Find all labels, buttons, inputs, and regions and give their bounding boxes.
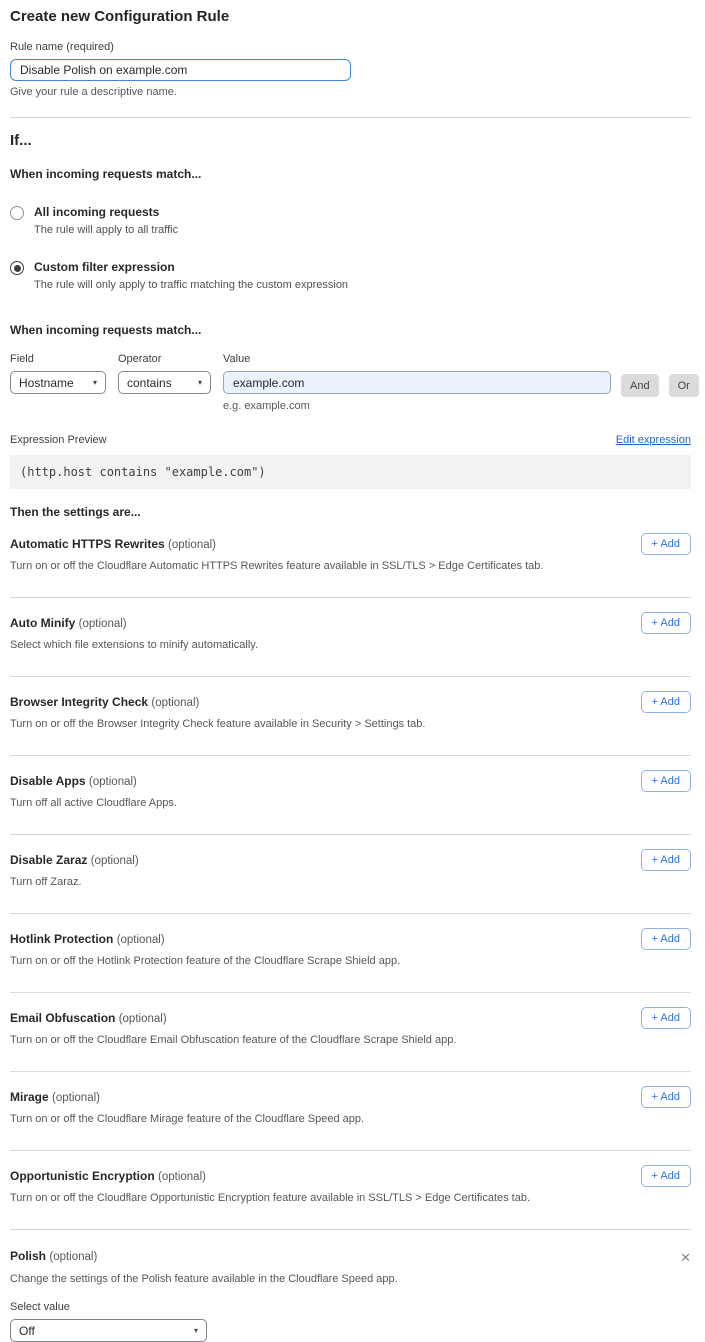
field-select[interactable]: Hostname ▾ — [10, 371, 106, 394]
rule-name-helper: Give your rule a descriptive name. — [10, 86, 691, 98]
value-column: Value e.g. example.com — [223, 353, 611, 412]
polish-select-value: Off — [19, 1324, 35, 1338]
expression-preview-header: Expression Preview Edit expression — [10, 434, 691, 446]
value-label: Value — [223, 353, 611, 365]
value-hint: e.g. example.com — [223, 400, 611, 412]
chevron-down-icon: ▾ — [93, 378, 97, 387]
setting-title: Disable Zaraz (optional) — [10, 853, 691, 867]
add-button[interactable]: + Add — [641, 1086, 691, 1108]
add-button[interactable]: + Add — [641, 691, 691, 713]
radio-unselected-icon[interactable] — [10, 206, 24, 220]
add-button[interactable]: + Add — [641, 770, 691, 792]
setting-description: Change the settings of the Polish featur… — [10, 1273, 610, 1285]
setting-description: Turn on or off the Hotlink Protection fe… — [10, 955, 610, 967]
setting-description: Turn on or off the Cloudflare Automatic … — [10, 560, 610, 572]
and-button[interactable]: And — [621, 374, 659, 397]
optional-suffix: (optional) — [89, 776, 137, 788]
or-button[interactable]: Or — [669, 374, 699, 397]
setting-automatic-https-rewrites: Automatic HTTPS Rewrites (optional) Turn… — [10, 519, 691, 598]
if-heading: If... — [10, 132, 691, 149]
setting-description: Turn on or off the Cloudflare Mirage fea… — [10, 1113, 610, 1125]
setting-hotlink-protection: Hotlink Protection (optional) Turn on or… — [10, 914, 691, 993]
setting-title: Opportunistic Encryption (optional) — [10, 1169, 691, 1183]
setting-description: Turn on or off the Cloudflare Opportunis… — [10, 1192, 610, 1204]
setting-description: Turn off all active Cloudflare Apps. — [10, 797, 610, 809]
optional-suffix: (optional) — [49, 1251, 97, 1263]
setting-title: Email Obfuscation (optional) — [10, 1011, 691, 1025]
setting-email-obfuscation: Email Obfuscation (optional) Turn on or … — [10, 993, 691, 1072]
close-icon[interactable]: ✕ — [680, 1251, 691, 1264]
rule-name-label: Rule name (required) — [10, 41, 691, 53]
setting-title: Disable Apps (optional) — [10, 774, 691, 788]
optional-suffix: (optional) — [151, 697, 199, 709]
radio-all-incoming-label: All incoming requests — [34, 205, 178, 219]
select-value-label: Select value — [10, 1301, 691, 1313]
radio-custom-filter-description: The rule will only apply to traffic matc… — [34, 279, 348, 291]
andor-buttons: And Or — [621, 374, 699, 397]
optional-suffix: (optional) — [158, 1171, 206, 1183]
then-settings-heading: Then the settings are... — [10, 505, 691, 519]
setting-auto-minify: Auto Minify (optional) Select which file… — [10, 598, 691, 677]
radio-selected-icon[interactable] — [10, 261, 24, 275]
add-button[interactable]: + Add — [641, 849, 691, 871]
setting-disable-zaraz: Disable Zaraz (optional) Turn off Zaraz.… — [10, 835, 691, 914]
optional-suffix: (optional) — [119, 1013, 167, 1025]
setting-title: Auto Minify (optional) — [10, 616, 691, 630]
polish-header: Polish (optional) ✕ — [10, 1249, 691, 1264]
condition-builder-row: Field Hostname ▾ Operator contains ▾ Val… — [10, 353, 691, 412]
operator-column: Operator contains ▾ — [118, 353, 211, 394]
field-select-value: Hostname — [19, 376, 74, 390]
condition-match-label: When incoming requests match... — [10, 323, 691, 337]
setting-mirage: Mirage (optional) Turn on or off the Clo… — [10, 1072, 691, 1151]
add-button[interactable]: + Add — [641, 533, 691, 555]
optional-suffix: (optional) — [168, 539, 216, 551]
operator-label: Operator — [118, 353, 211, 365]
setting-description: Turn on or off the Cloudflare Email Obfu… — [10, 1034, 610, 1046]
polish-value-select[interactable]: Off ▾ — [10, 1319, 207, 1342]
chevron-down-icon: ▾ — [194, 1326, 198, 1335]
page-title: Create new Configuration Rule — [10, 8, 691, 25]
add-button[interactable]: + Add — [641, 928, 691, 950]
create-configuration-rule-page: Create new Configuration Rule Rule name … — [0, 0, 705, 1342]
expression-preview-label: Expression Preview — [10, 434, 107, 446]
setting-description: Turn off Zaraz. — [10, 876, 610, 888]
setting-title: Automatic HTTPS Rewrites (optional) — [10, 537, 691, 551]
operator-select[interactable]: contains ▾ — [118, 371, 211, 394]
radio-all-incoming-description: The rule will apply to all traffic — [34, 224, 178, 236]
chevron-down-icon: ▾ — [198, 378, 202, 387]
add-button[interactable]: + Add — [641, 1165, 691, 1187]
setting-description: Turn on or off the Browser Integrity Che… — [10, 718, 610, 730]
value-input[interactable] — [223, 371, 611, 394]
setting-disable-apps: Disable Apps (optional) Turn off all act… — [10, 756, 691, 835]
section-divider — [10, 117, 691, 118]
setting-polish-expanded: Polish (optional) ✕ Change the settings … — [10, 1230, 691, 1342]
edit-expression-link[interactable]: Edit expression — [616, 434, 691, 446]
optional-suffix: (optional) — [117, 934, 165, 946]
add-button[interactable]: + Add — [641, 1007, 691, 1029]
incoming-requests-match-label: When incoming requests match... — [10, 167, 691, 181]
setting-title: Polish (optional) — [10, 1249, 97, 1263]
radio-custom-filter-expression[interactable]: Custom filter expression The rule will o… — [10, 260, 691, 291]
optional-suffix: (optional) — [79, 618, 127, 630]
setting-description: Select which file extensions to minify a… — [10, 639, 610, 651]
optional-suffix: (optional) — [52, 1092, 100, 1104]
rule-name-input[interactable] — [10, 59, 351, 81]
setting-title: Mirage (optional) — [10, 1090, 691, 1104]
expression-preview-code: (http.host contains "example.com") — [10, 455, 691, 489]
field-column: Field Hostname ▾ — [10, 353, 106, 394]
field-label: Field — [10, 353, 106, 365]
radio-custom-filter-label: Custom filter expression — [34, 260, 348, 274]
add-button[interactable]: + Add — [641, 612, 691, 634]
optional-suffix: (optional) — [91, 855, 139, 867]
setting-opportunistic-encryption: Opportunistic Encryption (optional) Turn… — [10, 1151, 691, 1230]
setting-title: Hotlink Protection (optional) — [10, 932, 691, 946]
setting-browser-integrity-check: Browser Integrity Check (optional) Turn … — [10, 677, 691, 756]
setting-title: Browser Integrity Check (optional) — [10, 695, 691, 709]
radio-all-incoming-requests[interactable]: All incoming requests The rule will appl… — [10, 205, 691, 236]
operator-select-value: contains — [127, 376, 172, 390]
